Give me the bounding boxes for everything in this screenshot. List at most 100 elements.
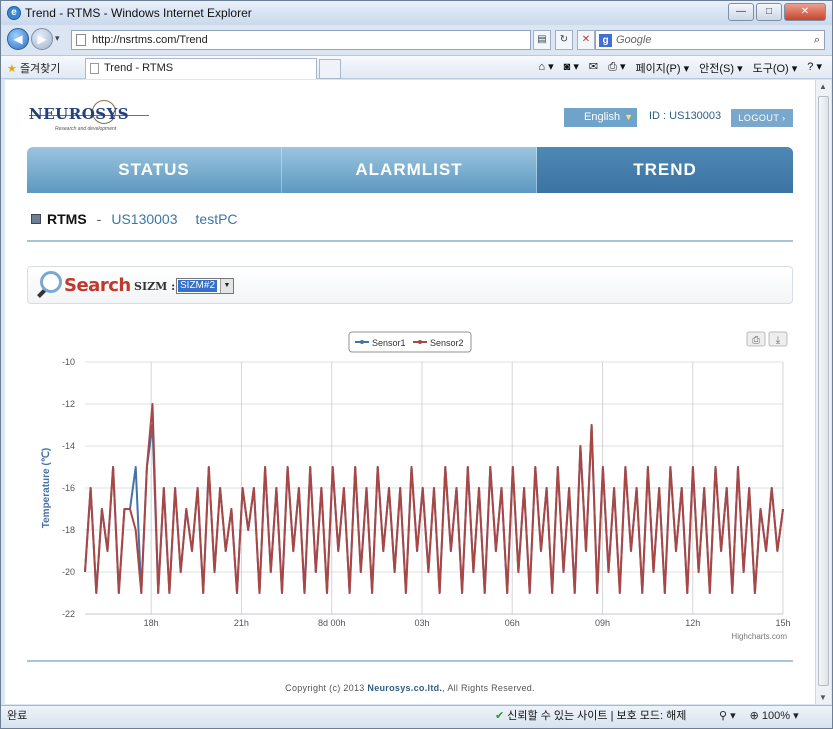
menu-status[interactable]: STATUS (27, 147, 282, 193)
divider (27, 240, 793, 242)
breadcrumb-title: RTMS (47, 211, 87, 227)
close-button[interactable]: ✕ (784, 3, 826, 21)
y-tick-label: -14 (62, 441, 75, 451)
series-line-sensor1 (84, 424, 784, 594)
breadcrumb-id: US130003 (111, 211, 178, 227)
y-axis-title: Temperature (℃) (41, 448, 52, 529)
zone-info: ✔ 신뢰할 수 있는 사이트 | 보호 모드: 해제 (495, 706, 686, 726)
refresh-icon[interactable]: ↻ (555, 30, 573, 50)
status-text: 완료 (7, 710, 28, 722)
page-menu[interactable]: 페이지(P) ▾ (636, 60, 690, 76)
status-bar: 완료 ✔ 신뢰할 수 있는 사이트 | 보호 모드: 해제 ⚲ ▾ ⊕ 100% … (1, 705, 832, 728)
dropdown-arrow-icon: ▼ (624, 112, 633, 122)
scroll-down-icon[interactable]: ▼ (819, 693, 827, 702)
help-icon[interactable]: ? ▾ (807, 60, 822, 76)
favorites-button[interactable]: ★ 즐겨찾기 (7, 60, 60, 76)
breadcrumb-separator: - (96, 211, 102, 227)
scroll-thumb[interactable] (818, 96, 829, 686)
x-tick-label: 21h (234, 618, 249, 628)
tools-menu[interactable]: 도구(O) ▾ (753, 60, 798, 76)
feeds-icon[interactable]: ◙ ▾ (564, 60, 579, 76)
search-title: Search (64, 275, 131, 296)
x-tick-label: 06h (505, 618, 520, 628)
favorites-bar: ★ 즐겨찾기 Trend - RTMS ⌂ ▾ ◙ ▾ ✉ ⎙ ▾ 페이지(P)… (1, 55, 832, 79)
print-icon: ⎙ (752, 335, 760, 346)
forward-button[interactable]: ▶ (31, 28, 53, 50)
safety-menu[interactable]: 안전(S) ▾ (699, 60, 742, 76)
sizm-select[interactable]: SIZM#2 ▼ (176, 278, 234, 294)
tab-title: Trend - RTMS (104, 62, 174, 74)
url-field[interactable]: http://nsrtms.com/Trend (71, 30, 531, 50)
main-menu: STATUS ALARMLIST TREND (27, 147, 793, 193)
new-tab-button[interactable] (319, 59, 341, 79)
x-tick-label: 8d 00h (318, 618, 346, 628)
search-panel: Search SIZM : SIZM#2 ▼ (27, 266, 793, 304)
dropdown-arrow-icon[interactable]: ▼ (220, 279, 233, 293)
stop-icon[interactable]: ✕ (577, 30, 595, 50)
chart-credits[interactable]: Highcharts.com (731, 632, 787, 641)
menu-alarmlist[interactable]: ALARMLIST (282, 147, 537, 193)
language-select[interactable]: English ▼ (564, 108, 637, 127)
maximize-button[interactable]: □ (756, 3, 782, 21)
x-tick-label: 09h (595, 618, 610, 628)
legend-dot (418, 340, 422, 344)
language-label: English (584, 111, 621, 123)
scroll-up-icon[interactable]: ▲ (819, 82, 827, 91)
legend-item-sensor1[interactable]: Sensor1 (372, 338, 406, 348)
minimize-button[interactable]: — (728, 3, 754, 21)
y-tick-label: -12 (62, 399, 75, 409)
page-icon (76, 34, 86, 46)
home-icon[interactable]: ⌂ ▾ (538, 60, 553, 76)
url-text: http://nsrtms.com/Trend (92, 34, 208, 46)
search-field[interactable]: g Google ⌕ (595, 30, 825, 50)
status-right: ⚲ ▾ ⊕ 100% ▾ (719, 706, 799, 726)
security-icon[interactable]: ⚲ ▾ (719, 706, 736, 726)
vertical-scrollbar[interactable]: ▲ ▼ (815, 80, 831, 704)
copyright-suffix: , All Rights Reserved. (442, 683, 535, 693)
url-controls: ▤ ↻ ✕ (533, 30, 595, 50)
address-bar: ◀ ▶ ▾ http://nsrtms.com/Trend ▤ ↻ ✕ g Go… (1, 27, 832, 53)
favorites-label: 즐겨찾기 (19, 63, 61, 75)
breadcrumb-bullet-icon (31, 214, 41, 224)
logout-label: LOGOUT (738, 113, 780, 123)
magnifier-icon (40, 271, 62, 293)
window-controls: — □ ✕ (728, 3, 826, 21)
series-line-sensor2 (84, 403, 784, 594)
zone-text: 신뢰할 수 있는 사이트 | 보호 모드: 해제 (507, 710, 687, 722)
copyright-company: Neurosys.co.ltd. (367, 683, 443, 693)
logo-subtitle: Research and development (55, 126, 117, 132)
page-viewport: NEUROSYS Research and development Englis… (5, 80, 815, 704)
google-icon: g (599, 34, 612, 47)
page-icon (90, 63, 99, 74)
x-tick-label: 12h (685, 618, 700, 628)
y-tick-label: -10 (62, 357, 75, 367)
sizm-value: SIZM#2 (178, 280, 218, 292)
tab-trend[interactable]: Trend - RTMS (85, 58, 317, 79)
x-tick-label: 18h (144, 618, 159, 628)
menu-trend[interactable]: TREND (537, 147, 793, 193)
legend-dot (360, 340, 364, 344)
copyright-prefix: Copyright (c) 2013 (285, 683, 368, 693)
search-icon[interactable]: ⌕ (814, 31, 820, 49)
back-button[interactable]: ◀ (7, 28, 29, 50)
y-tick-label: -20 (62, 567, 75, 577)
breadcrumb-pc: testPC (195, 211, 238, 227)
breadcrumb: RTMS - US130003 testPC (31, 211, 238, 227)
mail-icon[interactable]: ✉ (589, 60, 598, 76)
legend-item-sensor2[interactable]: Sensor2 (430, 338, 464, 348)
y-tick-label: -22 (62, 609, 75, 619)
logout-button[interactable]: LOGOUT › (731, 109, 793, 127)
history-dropdown-icon[interactable]: ▾ (55, 33, 60, 44)
search-placeholder: Google (616, 34, 652, 46)
x-tick-label: 15h (775, 618, 790, 628)
divider (27, 660, 793, 662)
sizm-label: SIZM : (134, 280, 176, 293)
check-icon: ✔ (495, 710, 505, 722)
x-tick-label: 03h (414, 618, 429, 628)
y-tick-label: -18 (62, 525, 75, 535)
neurosys-logo: NEUROSYS Research and development (29, 92, 149, 140)
y-tick-label: -16 (62, 483, 75, 493)
compat-view-icon[interactable]: ▤ (533, 30, 551, 50)
zoom-control[interactable]: ⊕ 100% ▾ (750, 706, 799, 726)
print-icon[interactable]: ⎙ ▾ (608, 60, 625, 76)
